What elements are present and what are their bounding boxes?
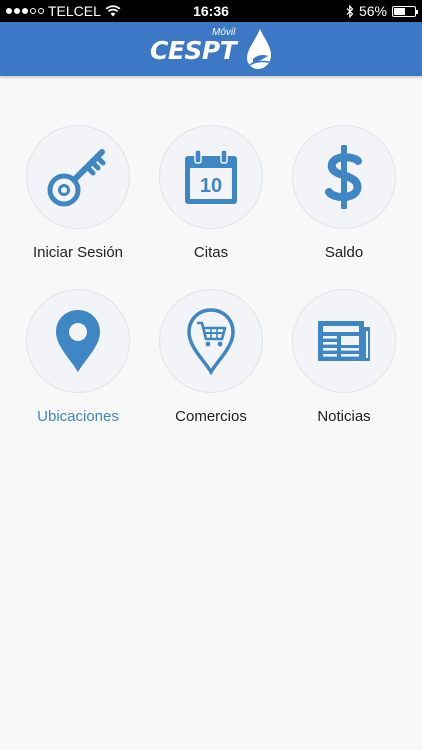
calendar-icon: 10 [185,149,237,204]
menu-item-label: Noticias [317,408,371,425]
menu-item-label: Iniciar Sesión [32,244,124,261]
calendar-day: 10 [200,175,222,197]
app-header: CESPT Móvil [0,22,422,76]
menu-item-iniciar-sesion[interactable]: Iniciar Sesión [11,125,145,275]
menu-item-comercios[interactable]: Comercios [144,289,278,439]
menu-item-label: Citas [193,244,229,261]
status-bar: TELCEL 16:36 56% [0,0,422,22]
menu-item-noticias[interactable]: Noticias [277,289,411,439]
battery-percent: 56% [358,3,387,19]
menu-item-circle[interactable]: 10 [159,125,263,229]
menu-item-citas[interactable]: 10 Citas [144,125,278,275]
newspaper-icon [318,321,370,361]
menu-item-label: Saldo [324,244,364,261]
menu-item-circle[interactable] [26,125,130,229]
menu-item-saldo[interactable]: Saldo [277,125,411,275]
app-logo: CESPT Móvil [148,24,278,74]
menu-item-label: Ubicaciones [37,408,119,425]
dollar-icon [325,145,362,209]
logo-text: CESPT [150,36,237,65]
menu-item-circle[interactable] [26,289,130,393]
status-right: 56% [346,3,418,19]
key-icon [47,149,106,207]
logo-subtitle: Móvil [212,27,236,38]
bluetooth-icon [346,4,354,18]
battery-icon [392,5,418,17]
menu-item-circle[interactable] [292,289,396,393]
shopping-cart-icon [197,321,227,347]
shopping-cart-pin-icon [187,308,235,375]
menu-item-ubicaciones[interactable]: Ubicaciones [11,289,145,439]
location-pin-icon [56,310,100,372]
water-drop-icon [247,29,271,69]
menu-item-label: Comercios [175,408,247,425]
menu-item-circle[interactable] [159,289,263,393]
menu-item-circle[interactable] [292,125,396,229]
